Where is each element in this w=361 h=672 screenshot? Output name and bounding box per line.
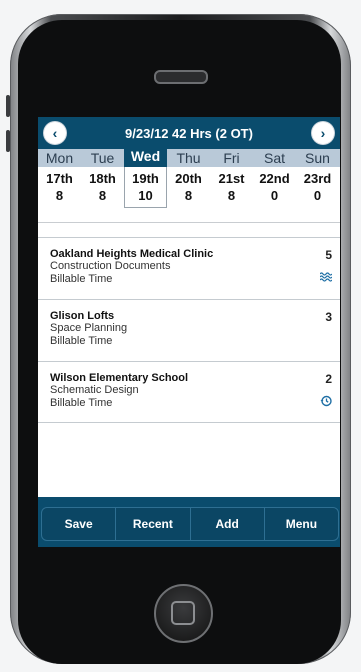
day-date: 17th (46, 171, 73, 186)
entry-hours: 3 (325, 310, 332, 324)
day-hours: 10 (138, 188, 153, 203)
week-summary-title: 9/23/12 42 Hrs (2 OT) (125, 125, 253, 141)
bottom-toolbar: Save Recent Add Menu (38, 497, 340, 547)
day-hours: 8 (98, 188, 107, 203)
day-name: Fri (223, 150, 240, 166)
time-entry-list: Oakland Heights Medical Clinic Construct… (38, 237, 340, 423)
volume-down-button (6, 130, 10, 152)
history-icon (320, 395, 332, 410)
app-screen: ‹ 9/23/12 42 Hrs (2 OT) › Mon 17th 8 Tue… (38, 117, 340, 547)
save-button[interactable]: Save (42, 508, 117, 540)
prev-week-button[interactable]: ‹ (44, 122, 66, 144)
day-column-tue[interactable]: Tue 18th 8 (81, 149, 124, 203)
entry-phase: Schematic Design (50, 384, 139, 396)
next-week-button[interactable]: › (312, 122, 334, 144)
day-column-sun[interactable]: Sun 23rd 0 (296, 149, 339, 203)
entry-project: Glison Lofts (50, 310, 115, 322)
time-entry-row[interactable]: Glison Lofts Space Planning Billable Tim… (38, 299, 340, 361)
toolbar-segmented-control: Save Recent Add Menu (41, 507, 339, 541)
week-strip: Mon 17th 8 Tue 18th 8 Wed 19th 10 Thu 20… (38, 145, 340, 223)
day-name: Mon (45, 150, 74, 166)
entry-phase: Space Planning (50, 322, 128, 334)
day-date: 20th (175, 171, 202, 186)
menu-button[interactable]: Menu (265, 508, 338, 540)
speaker-grille (154, 70, 208, 84)
recent-button[interactable]: Recent (116, 508, 191, 540)
day-hours: 0 (313, 188, 322, 203)
entry-hours: 2 (325, 372, 332, 386)
day-name: Tue (90, 150, 115, 166)
day-date: 22nd (259, 171, 290, 186)
day-column-mon[interactable]: Mon 17th 8 (38, 149, 81, 203)
waves-icon (319, 271, 333, 286)
day-name: Wed (124, 145, 167, 167)
entry-project: Oakland Heights Medical Clinic (50, 248, 214, 260)
week-header: ‹ 9/23/12 42 Hrs (2 OT) › (38, 117, 340, 149)
day-hours: 0 (270, 188, 279, 203)
day-name: Sat (263, 150, 285, 166)
day-column-sat[interactable]: Sat 22nd 0 (253, 149, 296, 203)
entry-hours: 5 (325, 248, 332, 262)
entry-type: Billable Time (50, 397, 113, 409)
day-column-thu[interactable]: Thu 20th 8 (167, 149, 210, 203)
chevron-right-icon: › (320, 125, 326, 141)
day-hours: 8 (184, 188, 193, 203)
day-hours: 8 (55, 188, 64, 203)
day-date: 18th (89, 171, 116, 186)
entry-project: Wilson Elementary School (50, 372, 189, 384)
entry-type: Billable Time (50, 273, 113, 285)
day-column-fri[interactable]: Fri 21st 8 (210, 149, 253, 203)
entry-phase: Construction Documents (50, 260, 171, 272)
time-entry-row[interactable]: Oakland Heights Medical Clinic Construct… (38, 237, 340, 299)
day-name: Thu (176, 150, 201, 166)
volume-up-button (6, 95, 10, 117)
day-column-wed[interactable]: Wed 19th 10 (124, 145, 167, 208)
day-date: 21st (218, 171, 245, 186)
day-name: Sun (305, 150, 330, 166)
day-hours: 8 (227, 188, 236, 203)
add-button[interactable]: Add (191, 508, 265, 540)
chevron-left-icon: ‹ (52, 125, 58, 141)
entry-type: Billable Time (50, 335, 113, 347)
home-button[interactable] (154, 584, 213, 643)
time-entry-row[interactable]: Wilson Elementary School Schematic Desig… (38, 361, 340, 423)
day-date: 23rd (303, 171, 332, 186)
day-date: 19th (132, 171, 159, 186)
